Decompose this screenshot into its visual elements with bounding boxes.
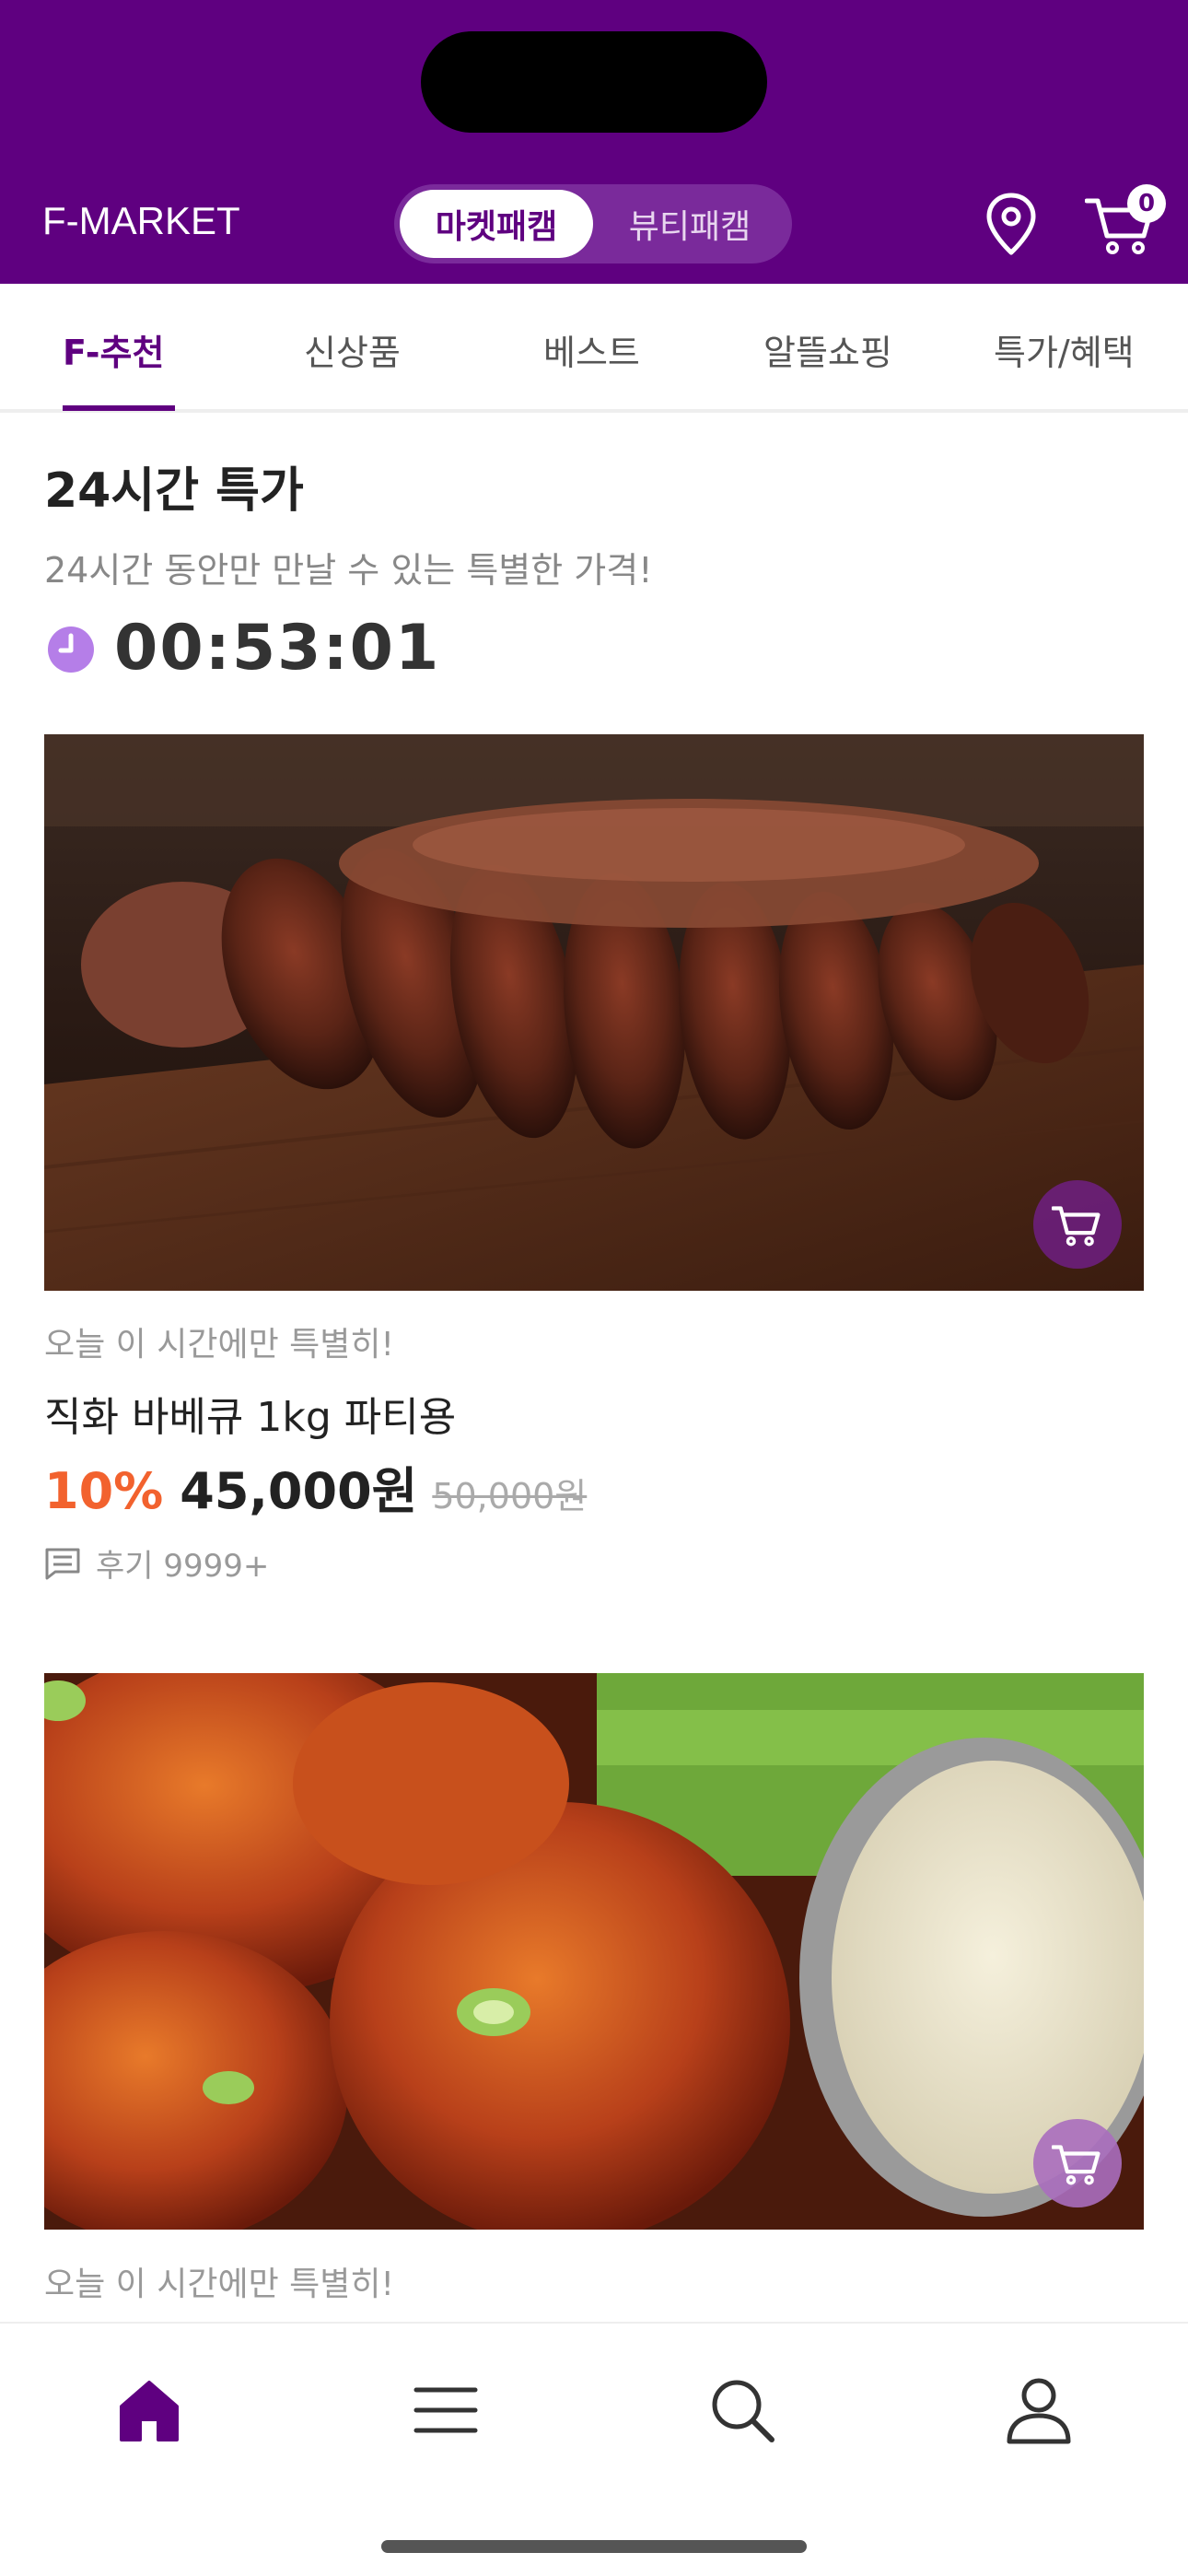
- user-icon[interactable]: [1002, 2373, 1076, 2447]
- product-note: 오늘 이 시간에만 특별히!: [44, 2266, 394, 2303]
- product-image-steak[interactable]: [44, 734, 1144, 1291]
- price-row: 10% 45,000원 50,000원: [44, 1450, 587, 1523]
- segment-market[interactable]: 마켓패캠: [400, 190, 593, 258]
- section-title: 24시간 특가: [44, 463, 304, 519]
- dynamic-island: [421, 31, 767, 133]
- countdown-timer: 00:53:01: [114, 612, 441, 685]
- segment-beauty[interactable]: 뷰티패캠: [593, 190, 786, 258]
- review-count[interactable]: 후기 9999+: [44, 1540, 269, 1586]
- steak-photo: [44, 734, 1144, 1291]
- section-subtitle: 24시간 동안만 만날 수 있는 특별한 가격!: [44, 550, 653, 591]
- tab-recommend[interactable]: F-추천: [63, 324, 164, 375]
- bottom-navigation: [0, 2322, 1188, 2576]
- location-pin-icon[interactable]: [984, 192, 1039, 256]
- app-logo[interactable]: F-MARKET: [42, 199, 240, 243]
- add-to-cart-button[interactable]: [1033, 2119, 1122, 2207]
- app-header: F-MARKET 마켓패캠 뷰티패캠 0: [0, 0, 1188, 284]
- review-icon: [45, 1548, 80, 1579]
- cart-icon: [1052, 1206, 1101, 1247]
- wings-photo: [44, 1673, 1144, 2230]
- clock-icon: [48, 626, 94, 673]
- tab-bargain[interactable]: 알뜰쇼핑: [763, 324, 892, 375]
- discount-rate: 10%: [44, 1462, 164, 1520]
- original-price: 50,000원: [432, 1476, 588, 1516]
- home-icon[interactable]: [112, 2373, 186, 2447]
- add-to-cart-button[interactable]: [1033, 1180, 1122, 1269]
- store-switcher: 마켓패캠 뷰티패캠: [394, 184, 792, 263]
- home-indicator: [381, 2540, 807, 2553]
- cart-icon: [1052, 2145, 1101, 2185]
- search-icon[interactable]: [705, 2373, 779, 2447]
- tab-deals[interactable]: 특가/혜택: [994, 324, 1135, 375]
- tab-new[interactable]: 신상품: [304, 324, 401, 375]
- category-tabs: F-추천 신상품 베스트 알뜰쇼핑 특가/혜택: [0, 284, 1188, 413]
- sale-price: 45,000원: [180, 1462, 418, 1520]
- cart-count-badge: 0: [1127, 184, 1166, 223]
- product-image-wings[interactable]: [44, 1673, 1144, 2230]
- menu-icon[interactable]: [409, 2373, 483, 2447]
- product-note: 오늘 이 시간에만 특별히!: [44, 1326, 394, 1364]
- review-label: 후기 9999+: [96, 1548, 270, 1585]
- tab-best[interactable]: 베스트: [543, 324, 640, 375]
- active-tab-indicator: [63, 405, 175, 411]
- product-name[interactable]: 직화 바베큐 1kg 파티용: [44, 1384, 456, 1443]
